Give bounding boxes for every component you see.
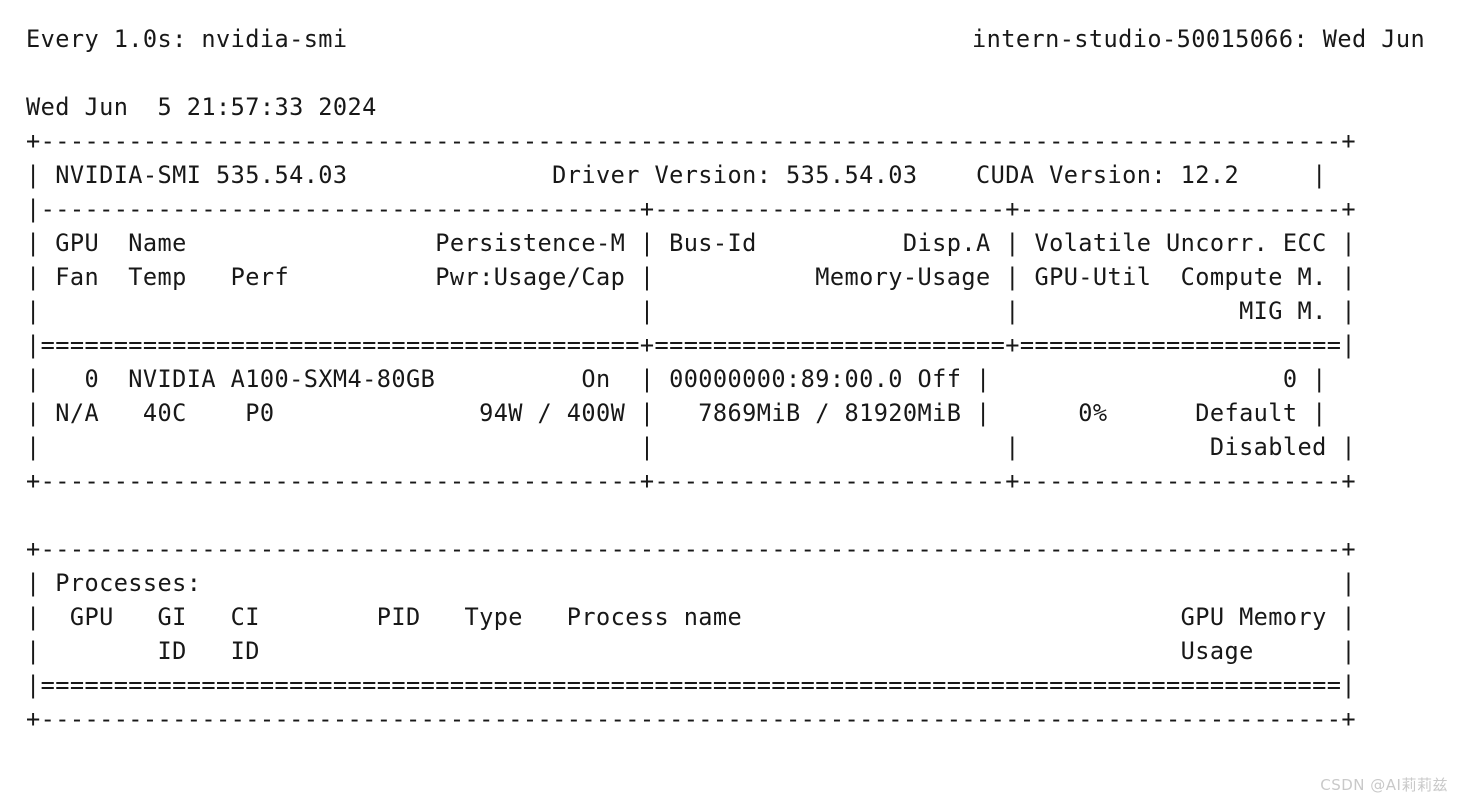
csdn-watermark: CSDN @AI莉莉兹 [1320,776,1448,794]
terminal-output: Every 1.0s: nvidia-smi intern-studio-500… [0,0,1464,803]
smi-gpu-row-3: | | | Disabled | [26,433,1356,461]
smi-border-top: +---------------------------------------… [26,127,1356,155]
smi-version-row: | NVIDIA-SMI 535.54.03 Driver Version: 5… [26,161,1327,189]
smi-gpu-row-2: | N/A 40C P0 94W / 400W | 7869MiB / 8192… [26,399,1327,427]
watch-timestamp: Wed Jun 5 21:57:33 2024 [26,93,377,121]
smi-border-mid: |---------------------------------------… [26,195,1356,223]
smi-header-row-3: | | | MIG M. | [26,297,1356,325]
smi-header-row-1: | GPU Name Persistence-M | Bus-Id Disp.A… [26,229,1356,257]
smi-border-bottom: +---------------------------------------… [26,467,1356,495]
watch-interval-label: Every 1.0s: nvidia-smi [26,25,348,53]
watch-host-date-label: intern-studio-50015066: Wed Jun [972,25,1426,53]
processes-header-row-2: | ID ID Usage | [26,637,1356,665]
processes-border-top: +---------------------------------------… [26,535,1356,563]
smi-separator-eq: |=======================================… [26,331,1356,359]
processes-border-bottom: +---------------------------------------… [26,705,1356,733]
smi-gpu-row-1: | 0 NVIDIA A100-SXM4-80GB On | 00000000:… [26,365,1327,393]
watch-header-line: Every 1.0s: nvidia-smi intern-studio-500… [0,22,1464,56]
processes-header-row-1: | GPU GI CI PID Type Process name GPU Me… [26,603,1356,631]
smi-header-row-2: | Fan Temp Perf Pwr:Usage/Cap | Memory-U… [26,263,1356,291]
processes-separator-eq: |=======================================… [26,671,1356,699]
processes-title-row: | Processes: | [26,569,1356,597]
